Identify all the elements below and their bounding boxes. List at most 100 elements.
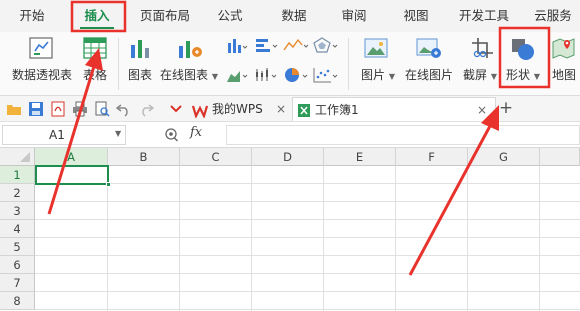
ribbon-divider: [348, 38, 349, 90]
row-header[interactable]: 8: [0, 292, 35, 310]
column-header[interactable]: G: [468, 148, 540, 166]
map-label[interactable]: 地图: [548, 66, 580, 83]
tab-home[interactable]: 开始: [12, 0, 52, 32]
gridline: [35, 219, 580, 220]
column-header[interactable]: [540, 148, 580, 166]
gridline: [35, 255, 580, 256]
quick-access-bar: 我的WPS × 工作簿1 × +: [0, 96, 580, 122]
column-header[interactable]: B: [108, 148, 180, 166]
online-picture-label[interactable]: 在线图片: [402, 66, 456, 83]
gridline: [35, 237, 580, 238]
gridline: [35, 273, 580, 274]
gridline: [251, 166, 252, 311]
zoom-search-icon[interactable]: [164, 126, 180, 144]
save-icon[interactable]: [28, 101, 44, 117]
area-chart-icon[interactable]: [226, 67, 248, 83]
radar-chart-icon[interactable]: [313, 37, 339, 53]
tab-data[interactable]: 数据: [274, 0, 314, 32]
column-chart-icon[interactable]: [226, 37, 248, 53]
screenshot-label[interactable]: 截屏 ▼: [460, 66, 500, 83]
ribbon: 数据透视表 表格 图表 在线图表 ▼ 图片 ▼ 在线图片 截屏 ▼ 形状 ▼ 地…: [0, 32, 580, 96]
workbook-file-icon: [297, 102, 311, 117]
pivot-table-label[interactable]: 数据透视表: [8, 66, 76, 83]
chart-label[interactable]: 图表: [124, 66, 156, 83]
row-header[interactable]: 3: [0, 202, 35, 220]
scatter-chart-icon[interactable]: [313, 67, 339, 83]
gridline: [467, 166, 468, 311]
gridline: [35, 309, 580, 310]
tab-cloud[interactable]: 云服务: [528, 0, 578, 32]
gridline: [179, 166, 180, 311]
tab-page-layout[interactable]: 页面布局: [134, 0, 196, 32]
line-chart-icon[interactable]: [283, 37, 309, 53]
column-header[interactable]: E: [324, 148, 396, 166]
tab-my-wps[interactable]: 我的WPS ×: [190, 97, 288, 121]
pie-chart-icon[interactable]: [283, 67, 309, 83]
tab-review[interactable]: 审阅: [334, 0, 374, 32]
row-header[interactable]: 6: [0, 256, 35, 274]
shapes-icon[interactable]: [510, 37, 536, 61]
gridline: [35, 291, 580, 292]
menu-bar: 开始 插入 页面布局 公式 数据 审阅 视图 开发工具 云服务: [0, 0, 580, 32]
ribbon-divider: [118, 38, 119, 90]
tab-view[interactable]: 视图: [396, 0, 436, 32]
formula-input[interactable]: [226, 125, 580, 145]
cell-ref: A1: [49, 128, 65, 142]
row-header[interactable]: 1: [0, 166, 35, 184]
customize-toolbar-icon[interactable]: [168, 100, 186, 118]
pivot-table-icon[interactable]: [29, 37, 53, 59]
table-label[interactable]: 表格: [80, 66, 110, 83]
pdf-export-icon[interactable]: [50, 101, 66, 117]
gridline: [395, 166, 396, 311]
row-header[interactable]: 5: [0, 238, 35, 256]
undo-icon[interactable]: [115, 101, 132, 117]
shapes-label[interactable]: 形状 ▼: [502, 66, 544, 83]
tab-workbook-label: 工作簿1: [315, 103, 359, 117]
open-folder-icon[interactable]: [6, 101, 22, 117]
table-icon[interactable]: [83, 37, 107, 59]
gridline: [35, 183, 580, 184]
worksheet-grid: A B C D E F G 1 2 3 4 5 6 7 8: [0, 148, 580, 311]
insert-function-icon[interactable]: fx: [190, 125, 202, 140]
redo-icon[interactable]: [138, 101, 155, 117]
formula-bar: A1 ▼ fx: [0, 122, 580, 148]
row-header[interactable]: 7: [0, 274, 35, 292]
row-header[interactable]: 2: [0, 184, 35, 202]
gridline: [323, 166, 324, 311]
chevron-down-icon[interactable]: ▼: [115, 129, 121, 138]
screenshot-icon[interactable]: [471, 37, 495, 59]
tab-insert[interactable]: 插入: [72, 0, 122, 32]
print-icon[interactable]: [72, 101, 88, 117]
column-header[interactable]: F: [396, 148, 468, 166]
close-tab-icon[interactable]: ×: [477, 98, 487, 122]
tab-formulas[interactable]: 公式: [210, 0, 250, 32]
picture-icon[interactable]: [364, 37, 388, 59]
wps-logo-icon: [191, 102, 209, 119]
spreadsheet-window: 开始 插入 页面布局 公式 数据 审阅 视图 开发工具 云服务 数据透视表 表格…: [0, 0, 580, 311]
picture-label[interactable]: 图片 ▼: [356, 66, 400, 83]
gridline: [107, 166, 108, 311]
tab-developer[interactable]: 开发工具: [452, 0, 516, 32]
online-chart-label[interactable]: 在线图表 ▼: [158, 66, 220, 83]
new-tab-icon[interactable]: +: [498, 96, 514, 120]
gridline: [539, 166, 540, 311]
select-all-corner[interactable]: [0, 148, 35, 166]
gridline: [35, 201, 580, 202]
online-chart-icon[interactable]: [177, 37, 203, 59]
column-header[interactable]: D: [252, 148, 324, 166]
active-cell[interactable]: [35, 165, 111, 187]
name-box[interactable]: A1 ▼: [2, 125, 126, 145]
bar-chart-icon[interactable]: [254, 37, 278, 53]
map-icon[interactable]: [552, 37, 576, 59]
row-header[interactable]: 4: [0, 220, 35, 238]
column-header[interactable]: A: [35, 148, 108, 166]
tab-workbook[interactable]: 工作簿1 ×: [292, 97, 496, 121]
stock-chart-icon[interactable]: [254, 67, 278, 83]
close-tab-icon[interactable]: ×: [276, 97, 286, 121]
tab-my-wps-label: 我的WPS: [212, 102, 263, 116]
online-picture-icon[interactable]: [416, 37, 442, 59]
fill-handle[interactable]: [106, 182, 111, 187]
chart-icon[interactable]: [128, 37, 152, 59]
print-preview-icon[interactable]: [94, 101, 110, 117]
column-header[interactable]: C: [180, 148, 252, 166]
